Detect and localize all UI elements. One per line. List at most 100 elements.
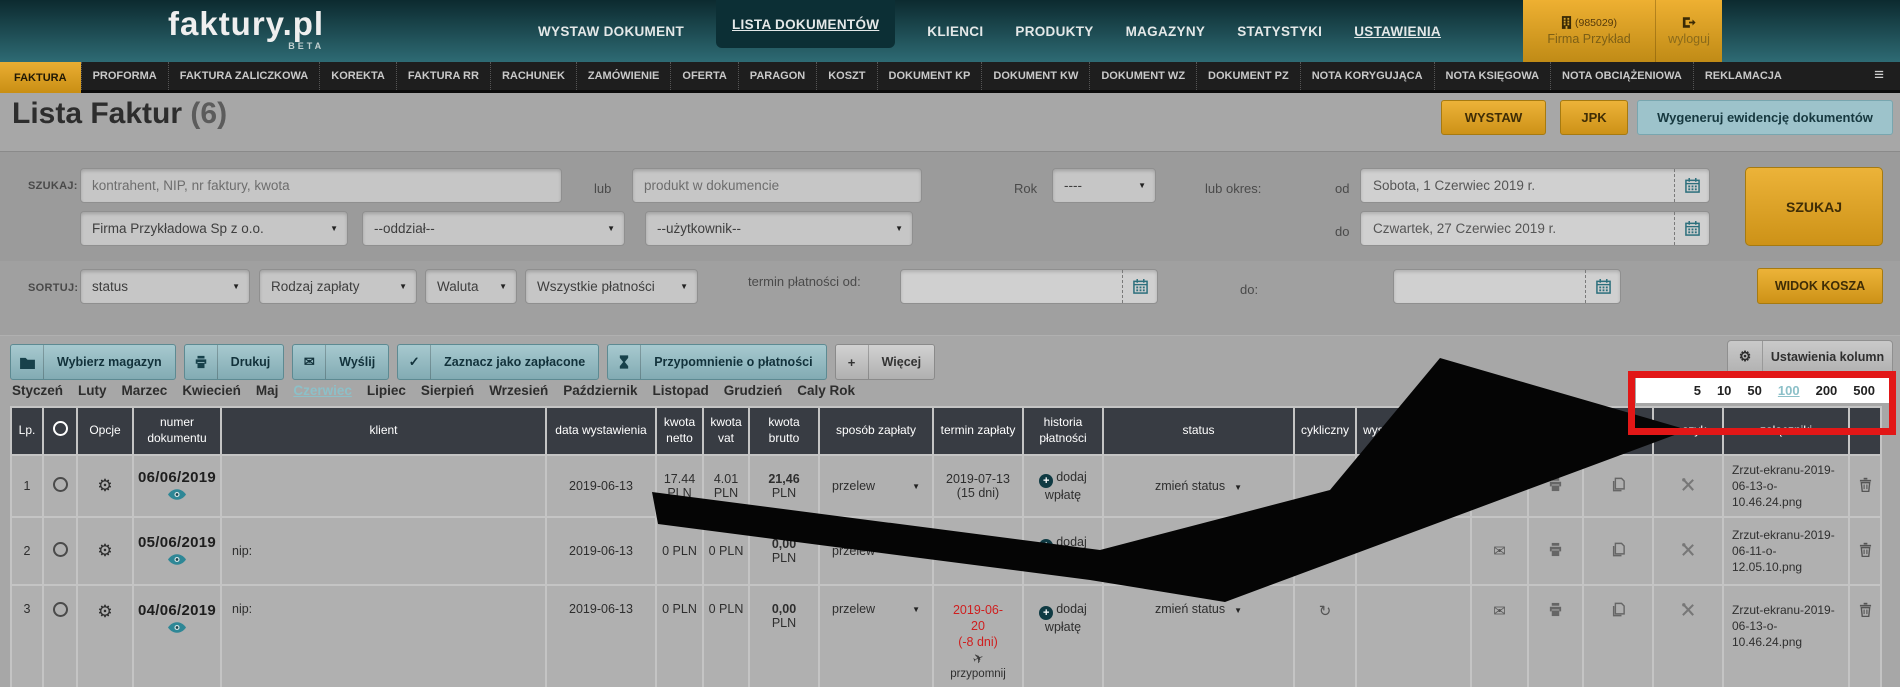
tab-proforma[interactable]: PROFORMA [81, 62, 168, 90]
column-settings-button[interactable]: ⚙ Ustawienia kolumn [1727, 340, 1893, 373]
row-select-radio[interactable] [53, 542, 68, 557]
date-from-field[interactable]: Sobota, 1 Czerwiec 2019 r. [1360, 168, 1710, 203]
tab-nota-obciazeniowa[interactable]: NOTA OBCIĄŻENIOWA [1550, 62, 1693, 90]
calendar-icon[interactable] [1122, 270, 1157, 303]
month-marzec[interactable]: Marzec [122, 383, 168, 398]
month-maj[interactable]: Maj [256, 383, 279, 398]
add-payment-link[interactable]: dodaj wpłatę [1045, 535, 1087, 567]
gear-icon[interactable]: ⚙ [97, 541, 112, 561]
hamburger-menu-icon[interactable]: ≡ [1874, 62, 1900, 85]
month-kwiecien[interactable]: Kwiecień [182, 383, 241, 398]
choose-warehouse-button[interactable]: Wybierz magazyn [10, 344, 176, 380]
search-input[interactable] [80, 168, 562, 203]
document-number[interactable]: 05/06/2019 [137, 534, 217, 551]
month-grudzien[interactable]: Grudzień [724, 383, 783, 398]
calendar-icon[interactable] [1674, 212, 1709, 245]
gear-icon[interactable]: ⚙ [97, 602, 112, 622]
printer-icon[interactable] [1548, 542, 1563, 560]
mark-paid-button[interactable]: ✓ Zaznacz jako zapłacone [397, 344, 599, 380]
month-wrzesien[interactable]: Wrzesień [489, 383, 548, 398]
tools-icon[interactable] [1681, 477, 1696, 495]
send-button[interactable]: ✉ Wyślij [292, 344, 389, 380]
trash-icon[interactable] [1859, 602, 1872, 620]
tab-nota-ksiegowa[interactable]: NOTA KSIĘGOWA [1434, 62, 1551, 90]
copy-icon[interactable] [1611, 602, 1625, 620]
logo[interactable]: faktury.pl BETA [168, 7, 324, 51]
tab-dokument-pz[interactable]: DOKUMENT PZ [1196, 62, 1300, 90]
tab-dokument-kw[interactable]: DOKUMENT KW [981, 62, 1089, 90]
remind-link[interactable]: przypomnij [937, 668, 1019, 680]
month-caly-rok[interactable]: Caly Rok [797, 383, 855, 398]
eye-icon[interactable] [137, 489, 217, 503]
month-lipiec[interactable]: Lipiec [367, 383, 406, 398]
print-button[interactable]: Drukuj [184, 344, 285, 380]
document-number[interactable]: 06/06/2019 [137, 469, 217, 486]
user-select[interactable]: --użytkownik--▼ [645, 211, 913, 246]
envelope-icon[interactable]: ✉ [1493, 542, 1506, 560]
payment-reminder-button[interactable]: Przypomnienie o płatności [607, 344, 826, 380]
row-select-radio[interactable] [53, 477, 68, 492]
generate-register-button[interactable]: Wygeneruj ewidencję dokumentów [1637, 100, 1893, 135]
payment-type-select[interactable]: Rodzaj zapłaty▼ [259, 269, 417, 304]
add-payment-link[interactable]: dodaj wpłatę [1045, 602, 1087, 634]
month-czerwiec[interactable]: Czerwiec [293, 383, 352, 398]
eye-icon[interactable] [137, 554, 217, 568]
page-size-500[interactable]: 500 [1853, 383, 1875, 398]
copy-icon[interactable] [1611, 477, 1625, 495]
currency-select[interactable]: Waluta▼ [425, 269, 517, 304]
attachment-link[interactable]: Zrzut-ekranu-2019-06-13-o-10.46.24.png [1723, 455, 1849, 517]
menu-item-wystaw-dokument[interactable]: WYSTAW DOKUMENT [538, 0, 684, 62]
tab-dokument-kp[interactable]: DOKUMENT KP [877, 62, 982, 90]
account-company-button[interactable]: (985029) Firma Przykład [1523, 0, 1656, 62]
status-select[interactable]: zmień status▼ [1103, 455, 1294, 517]
add-payment-link[interactable]: dodaj wpłatę [1045, 470, 1087, 502]
month-sierpien[interactable]: Sierpień [421, 383, 474, 398]
tab-koszt[interactable]: KOSZT [816, 62, 876, 90]
eye-icon[interactable] [137, 622, 217, 636]
page-size-10[interactable]: 10 [1717, 383, 1731, 398]
menu-item-produkty[interactable]: PRODUKTY [1015, 0, 1093, 62]
attachment-link[interactable]: Zrzut-ekranu-2019-06-11-o-12.05.10.png [1723, 517, 1849, 585]
calendar-icon[interactable] [1585, 270, 1620, 303]
due-date-from-field[interactable] [900, 269, 1158, 304]
tab-paragon[interactable]: PARAGON [738, 62, 816, 90]
send-reminder-icon[interactable]: ✈ [970, 649, 986, 668]
due-date-to-field[interactable] [1393, 269, 1621, 304]
trash-icon[interactable] [1859, 542, 1872, 560]
wystaw-button[interactable]: WYSTAW [1441, 100, 1546, 135]
month-pazdziernik[interactable]: Październik [563, 383, 637, 398]
menu-item-lista-dokumentow[interactable]: LISTA DOKUMENTÓW [716, 0, 895, 48]
menu-item-magazyny[interactable]: MAGAZYNY [1126, 0, 1206, 62]
tab-rachunek[interactable]: RACHUNEK [490, 62, 576, 90]
envelope-icon[interactable]: ✉ [1493, 477, 1506, 495]
status-select[interactable]: zmień status▼ [1103, 585, 1294, 687]
payment-method-select[interactable]: przelew▼ [823, 544, 929, 558]
attachment-link[interactable]: Zrzut-ekranu-2019-06-13-o-10.46.24.png [1723, 585, 1849, 687]
tab-nota-korygujaca[interactable]: NOTA KORYGUJĄCA [1300, 62, 1434, 90]
company-select[interactable]: Firma Przykładowa Sp z o.o.▼ [80, 211, 348, 246]
menu-item-ustawienia[interactable]: USTAWIENIA [1354, 0, 1441, 62]
page-size-50[interactable]: 50 [1747, 383, 1761, 398]
logout-button[interactable]: wyloguj [1656, 0, 1722, 62]
payment-method-select[interactable]: przelew▼ [823, 602, 929, 616]
tab-korekta[interactable]: KOREKTA [319, 62, 396, 90]
sort-status-select[interactable]: status▼ [80, 269, 250, 304]
status-select[interactable]: zmień status▼ [1103, 517, 1294, 585]
more-button[interactable]: + Więcej [835, 344, 936, 380]
tab-oferta[interactable]: OFERTA [670, 62, 737, 90]
tab-zamowienie[interactable]: ZAMÓWIENIE [576, 62, 671, 90]
trash-icon[interactable] [1859, 477, 1872, 495]
product-search-input[interactable] [632, 168, 922, 203]
copy-icon[interactable] [1611, 542, 1625, 560]
menu-item-klienci[interactable]: KLIENCI [927, 0, 983, 62]
tools-icon[interactable] [1681, 602, 1696, 620]
tab-reklamacja[interactable]: REKLAMACJA [1693, 62, 1793, 90]
page-size-100[interactable]: 100 [1778, 383, 1800, 398]
calendar-icon[interactable] [1674, 169, 1709, 202]
year-select[interactable]: ----▼ [1052, 168, 1156, 203]
tab-dokument-wz[interactable]: DOKUMENT WZ [1089, 62, 1196, 90]
recurring-icon[interactable]: ↻ [1319, 602, 1332, 620]
payments-filter-select[interactable]: Wszystkie płatności▼ [525, 269, 698, 304]
date-to-field[interactable]: Czwartek, 27 Czerwiec 2019 r. [1360, 211, 1710, 246]
recurring-icon[interactable]: ↻ [1319, 542, 1332, 560]
